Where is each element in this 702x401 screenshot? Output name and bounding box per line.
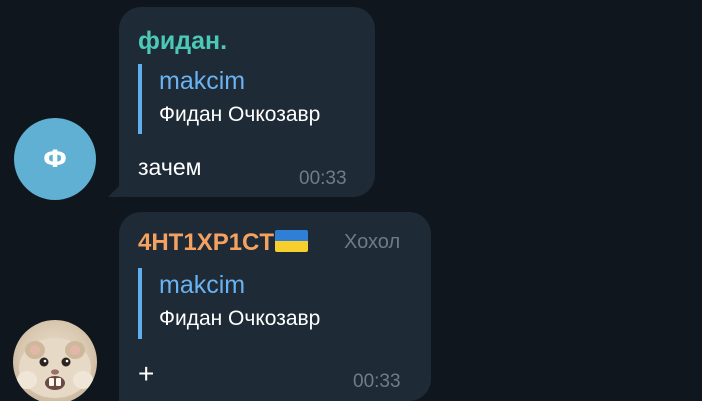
sender-name-text: 4HT1XP1CT	[138, 229, 275, 256]
message-text: +	[138, 358, 155, 389]
message-bubble[interactable]: 4HT1XP1CT Хохол makcim Фидан Очкозавр + …	[119, 212, 431, 401]
message-bubble[interactable]: фидан. makcim Фидан Очкозавр зачем 00:33	[119, 7, 375, 197]
reply-author: makcim	[159, 67, 246, 95]
hamster-icon	[17, 338, 93, 398]
avatar-letter: Ф	[43, 145, 67, 173]
avatar[interactable]	[13, 320, 97, 401]
sender-name[interactable]: фидан.	[138, 27, 227, 56]
ukraine-flag-icon	[275, 230, 309, 252]
member-tag: Хохол	[344, 231, 401, 253]
message-text: зачем	[138, 154, 202, 180]
message-time: 00:33	[353, 371, 401, 392]
sender-name[interactable]: 4HT1XP1CT	[138, 229, 309, 257]
reply-author: makcim	[159, 271, 246, 299]
reply-text: Фидан Очкозавр	[159, 103, 321, 126]
avatar[interactable]: Ф	[14, 118, 96, 200]
reply-quote[interactable]: makcim Фидан Очкозавр	[138, 268, 320, 339]
message-time: 00:33	[299, 168, 347, 189]
reply-text: Фидан Очкозавр	[159, 307, 321, 330]
chat-history[interactable]: Ф фидан. makcim Фидан Очкозавр зачем 00:…	[0, 0, 702, 401]
reply-quote[interactable]: makcim Фидан Очкозавр	[138, 64, 320, 134]
